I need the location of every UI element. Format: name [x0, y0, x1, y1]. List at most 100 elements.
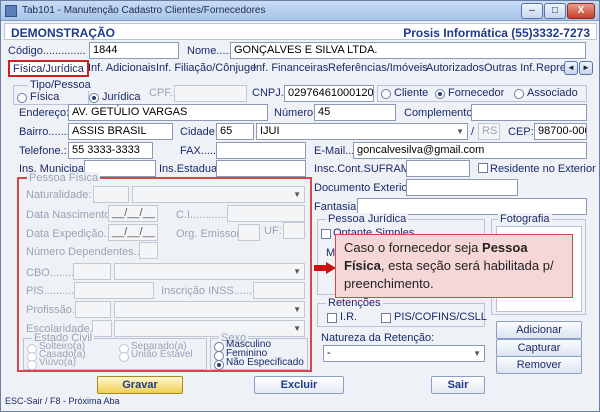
complemento-field[interactable] [471, 104, 587, 121]
uf-field[interactable]: RS [478, 123, 500, 140]
suframa-field[interactable] [406, 160, 470, 177]
inss-field[interactable] [253, 282, 305, 299]
tipo-pessoa-title: Tipo/Pessoa [28, 79, 93, 91]
emissor-label: Org. Emissor: [176, 228, 244, 240]
chevron-down-icon: ▼ [456, 127, 464, 136]
cpf-field[interactable] [174, 85, 247, 102]
uf-pf-field[interactable] [283, 222, 305, 239]
vendor-info: Prosis Informática (55)3332-7273 [403, 26, 590, 40]
tab-inf-filiacao[interactable]: Inf. Filiação/Cônjuge [156, 60, 256, 77]
ins-estadual-field[interactable] [216, 160, 306, 177]
viuvo-radio[interactable] [27, 360, 37, 370]
telefone-label: Telefone.: [19, 145, 67, 157]
tab-outras-inf[interactable]: Outras Inf. [484, 60, 535, 77]
tab-fisica-juridica[interactable]: Física/Jurídica [8, 60, 89, 77]
fax-field[interactable] [216, 142, 306, 159]
ir-checkbox[interactable] [327, 313, 337, 323]
nome-field[interactable]: GONÇALVES E SILVA LTDA. [230, 42, 586, 59]
email-label: E-Mail...: [314, 145, 358, 157]
minimize-button[interactable]: – [521, 3, 543, 19]
email-field[interactable]: goncalvesilva@gmail.com [353, 142, 587, 159]
natureza-select[interactable]: - ▼ [323, 345, 485, 362]
cbo-select[interactable]: ▼ [114, 263, 305, 280]
optante-checkbox[interactable] [321, 229, 331, 239]
viuvo-label: Viúvo(a) [39, 357, 77, 368]
main-window: Tab101 - Manutenção Cadastro Clientes/Fo… [0, 0, 600, 412]
remover-button[interactable]: Remover [496, 356, 582, 374]
cnpj-field[interactable]: 02976461000120 [284, 85, 374, 102]
doc-exterior-field[interactable] [406, 179, 518, 196]
naturalidade-code-field[interactable] [93, 186, 129, 203]
fornecedor-label: Fornecedor [448, 87, 505, 99]
profissao-label: Profissão.: [26, 304, 78, 316]
natureza-label: Natureza da Retenção: [321, 332, 435, 344]
juridica-radio[interactable] [89, 93, 99, 103]
tab-inf-adicionais[interactable]: Inf. Adicionais [88, 60, 156, 77]
naturalidade-select[interactable]: ▼ [132, 186, 305, 203]
bairro-field[interactable]: ASSIS BRASIL [68, 123, 173, 140]
associado-label: Associado [527, 87, 578, 99]
fax-label: FAX.....: [180, 145, 220, 157]
cliente-radio[interactable] [381, 89, 391, 99]
residente-label: Residente no Exterior [490, 163, 596, 175]
juridica-label: Jurídica [102, 91, 141, 103]
pj-m-label: M [326, 247, 336, 259]
pis-cofins-checkbox[interactable] [381, 313, 391, 323]
numero-field[interactable]: 45 [314, 104, 396, 121]
endereco-field[interactable]: AV. GETÚLIO VARGAS [68, 104, 268, 121]
ci-field[interactable] [227, 205, 305, 222]
cidade-code-field[interactable]: 65 [216, 123, 254, 140]
close-button[interactable]: X [567, 3, 595, 19]
chevron-down-icon: ▼ [473, 349, 481, 358]
uniao-label: União Estável [131, 349, 193, 360]
fornecedor-radio[interactable] [435, 89, 445, 99]
tab-inf-financeiras[interactable]: Inf. Financeiras [253, 60, 328, 77]
cnpj-label: CNPJ.: [252, 87, 287, 99]
nascimento-field[interactable]: __/__/__ [108, 205, 158, 222]
tab-next-button[interactable]: ► [579, 61, 593, 75]
adicionar-button[interactable]: Adicionar [496, 321, 582, 339]
arrow-right-icon [314, 262, 336, 274]
header-bar: DEMONSTRAÇÃO Prosis Informática (55)3332… [4, 23, 597, 40]
codigo-field[interactable]: 1844 [89, 42, 179, 59]
associado-radio[interactable] [514, 89, 524, 99]
cidade-select[interactable]: IJUI ▼ [256, 123, 468, 140]
sair-button[interactable]: Sair [431, 376, 485, 394]
cep-field[interactable]: 98700-000 [534, 123, 587, 140]
residente-checkbox[interactable] [478, 163, 488, 173]
maximize-button[interactable]: □ [544, 3, 566, 19]
endereco-label: Endereço: [19, 107, 70, 119]
chevron-down-icon: ▼ [293, 267, 301, 276]
doc-exterior-label: Documento Exterior.: [314, 182, 417, 194]
uniao-radio[interactable] [119, 352, 129, 362]
profissao-select[interactable]: ▼ [114, 301, 305, 318]
cidade-label: Cidade: [180, 126, 218, 138]
tab-referencias[interactable]: Referências/Imóveis [328, 60, 428, 77]
excluir-button[interactable]: Excluir [254, 376, 344, 394]
pis-field[interactable] [74, 282, 154, 299]
suframa-label: Insc.Cont.SUFRAMA: [314, 163, 421, 175]
nascimento-label: Data Nascimento: [26, 209, 114, 221]
retencoes-title: Retenções [326, 297, 383, 309]
chevron-down-icon: ▼ [293, 190, 301, 199]
fisica-label: Física [30, 91, 60, 103]
tab-representantes[interactable]: Repre [536, 60, 566, 77]
tab-prev-button[interactable]: ◄ [564, 61, 578, 75]
cep-label: CEP: [508, 126, 534, 138]
emissor-field[interactable] [238, 224, 260, 241]
profissao-code-field[interactable] [75, 301, 111, 318]
cbo-field[interactable] [73, 263, 111, 280]
expedicao-field[interactable]: __/__/__ [108, 224, 158, 241]
fisica-radio[interactable] [17, 93, 27, 103]
telefone-field[interactable]: 55 3333-3333 [68, 142, 153, 159]
escolaridade-select[interactable]: ▼ [114, 320, 305, 337]
capturar-button[interactable]: Capturar [496, 339, 582, 357]
uf-separator: / [471, 126, 475, 138]
dependentes-field[interactable] [139, 242, 158, 259]
nao-especificado-radio[interactable] [214, 360, 224, 370]
tab-autorizados[interactable]: Autorizados [426, 60, 484, 77]
gravar-button[interactable]: Gravar [97, 376, 183, 394]
escolaridade-code-field[interactable] [92, 320, 112, 337]
app-icon [5, 5, 17, 17]
chevron-down-icon: ▼ [293, 324, 301, 333]
